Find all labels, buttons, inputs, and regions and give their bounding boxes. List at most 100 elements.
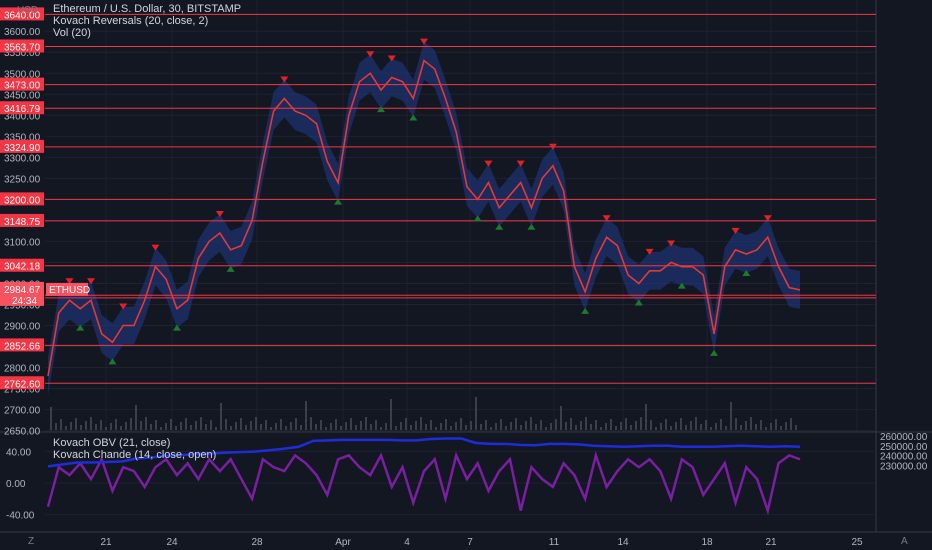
time-tick-label: 11 [549, 537, 560, 548]
volume-bar [625, 418, 627, 430]
volume-bar [300, 425, 302, 430]
price-chart[interactable]: 40.000.00-40.00260000.00250000.00240000.… [0, 0, 932, 550]
volume-bar [725, 426, 727, 430]
level-badge-label: 3148.75 [4, 217, 41, 228]
volume-bar [95, 424, 97, 430]
volume-bar [245, 425, 247, 430]
volume-bar [180, 422, 182, 430]
price-tick-label: 3250.00 [4, 174, 41, 185]
volume-bar [445, 419, 447, 430]
time-axis[interactable]: 21 24 28 Apr 4 7 11 14 18 21 25 [100, 537, 863, 548]
volume-bar [170, 419, 172, 430]
volume-bar [480, 424, 482, 430]
time-tick-label: Apr [335, 537, 351, 548]
volume-bar [165, 423, 167, 430]
sell-arrow-icon [366, 51, 375, 58]
level-badge-label: 3324.90 [4, 143, 41, 154]
volume-bar [100, 420, 102, 430]
volume-bar [660, 423, 662, 430]
price-tick-label: 2700.00 [4, 406, 41, 417]
volume-bar [740, 425, 742, 430]
volume-bar [460, 418, 462, 430]
volume-bar [735, 418, 737, 430]
symbol-label: ETHUSD [49, 285, 90, 296]
volume-bar [395, 426, 397, 430]
price-tick-label: 3450.00 [4, 90, 41, 101]
volume-bar [615, 426, 617, 430]
volume-bar [715, 423, 717, 430]
volume-bar [280, 419, 282, 430]
volume-bar [780, 426, 782, 430]
volume-bar [560, 406, 562, 430]
volume-bar [525, 421, 527, 430]
volume-bar [190, 425, 192, 430]
volume-bar [285, 426, 287, 430]
volume-bar [345, 422, 347, 430]
level-badge-label: 3200.00 [4, 195, 41, 206]
volume-bar [270, 427, 272, 430]
volume-bar [470, 421, 472, 430]
price-tick-label: 3300.00 [4, 153, 41, 164]
sell-arrow-icon [215, 211, 224, 218]
indicator-kovach-obv[interactable]: Kovach OBV (21, close) [53, 437, 216, 449]
volume-bar [755, 424, 757, 430]
volume-bar [355, 425, 357, 430]
volume-bar [145, 417, 147, 430]
volume-bar [760, 420, 762, 430]
currency-label[interactable]: USD [17, 5, 38, 16]
timezone-icon[interactable]: Z [28, 536, 34, 547]
volume-bar [385, 423, 387, 430]
chart-legend: Ethereum / U.S. Dollar, 30, BITSTAMP Kov… [53, 3, 241, 39]
volume-bar [405, 418, 407, 430]
volume-bar [120, 426, 122, 430]
volume-bar [185, 418, 187, 430]
volume-bar [620, 422, 622, 430]
indicator-kovach-chande[interactable]: Kovach Chande (14, close, open) [53, 449, 216, 461]
buy-arrow-icon [377, 106, 386, 113]
volume-bar [585, 417, 587, 430]
volume-bar [785, 422, 787, 430]
time-tick-label: 14 [617, 537, 629, 548]
volume-bars [50, 397, 797, 430]
volume-bar [520, 425, 522, 430]
volume-bar [260, 424, 262, 430]
volume-bar [65, 426, 67, 430]
volume-bar [730, 402, 732, 430]
buy-arrow-icon [473, 215, 482, 222]
volume-bar [80, 425, 82, 430]
time-tick-label: 25 [851, 537, 863, 548]
volume-bar [680, 418, 682, 430]
sell-arrow-icon [280, 76, 289, 83]
indicator-volume[interactable]: Vol (20) [53, 27, 241, 39]
volume-bar [380, 427, 382, 430]
volume-bar [135, 405, 137, 430]
auto-scale-icon[interactable]: A [901, 536, 908, 547]
volume-bar [545, 427, 547, 430]
volume-bar [315, 424, 317, 430]
indicator-kovach-reversals[interactable]: Kovach Reversals (20, close, 2) [53, 15, 241, 27]
volume-bar [370, 424, 372, 430]
volume-bar [485, 420, 487, 430]
volume-bar [475, 397, 477, 430]
volume-bar [310, 417, 312, 430]
volume-bar [335, 419, 337, 430]
volume-bar [795, 425, 797, 430]
obv-tick-label: 230000.00 [880, 461, 928, 472]
sell-arrow-icon [151, 244, 160, 251]
volume-bar [340, 426, 342, 430]
chart-title[interactable]: Ethereum / U.S. Dollar, 30, BITSTAMP [53, 3, 241, 15]
time-tick-label: 18 [701, 537, 713, 548]
volume-bar [350, 418, 352, 430]
volume-bar [665, 419, 667, 430]
volume-bar [700, 424, 702, 430]
volume-bar [325, 427, 327, 430]
volume-bar [515, 418, 517, 430]
volume-bar [85, 421, 87, 430]
volume-bar [440, 423, 442, 430]
countdown-label: 24:34 [12, 296, 37, 307]
price-axis[interactable]: 3600.003550.003500.003450.003400.003350.… [0, 7, 90, 438]
volume-bar [775, 419, 777, 430]
volume-bar [70, 422, 72, 430]
volume-bar [530, 417, 532, 430]
volume-bar [50, 407, 52, 430]
